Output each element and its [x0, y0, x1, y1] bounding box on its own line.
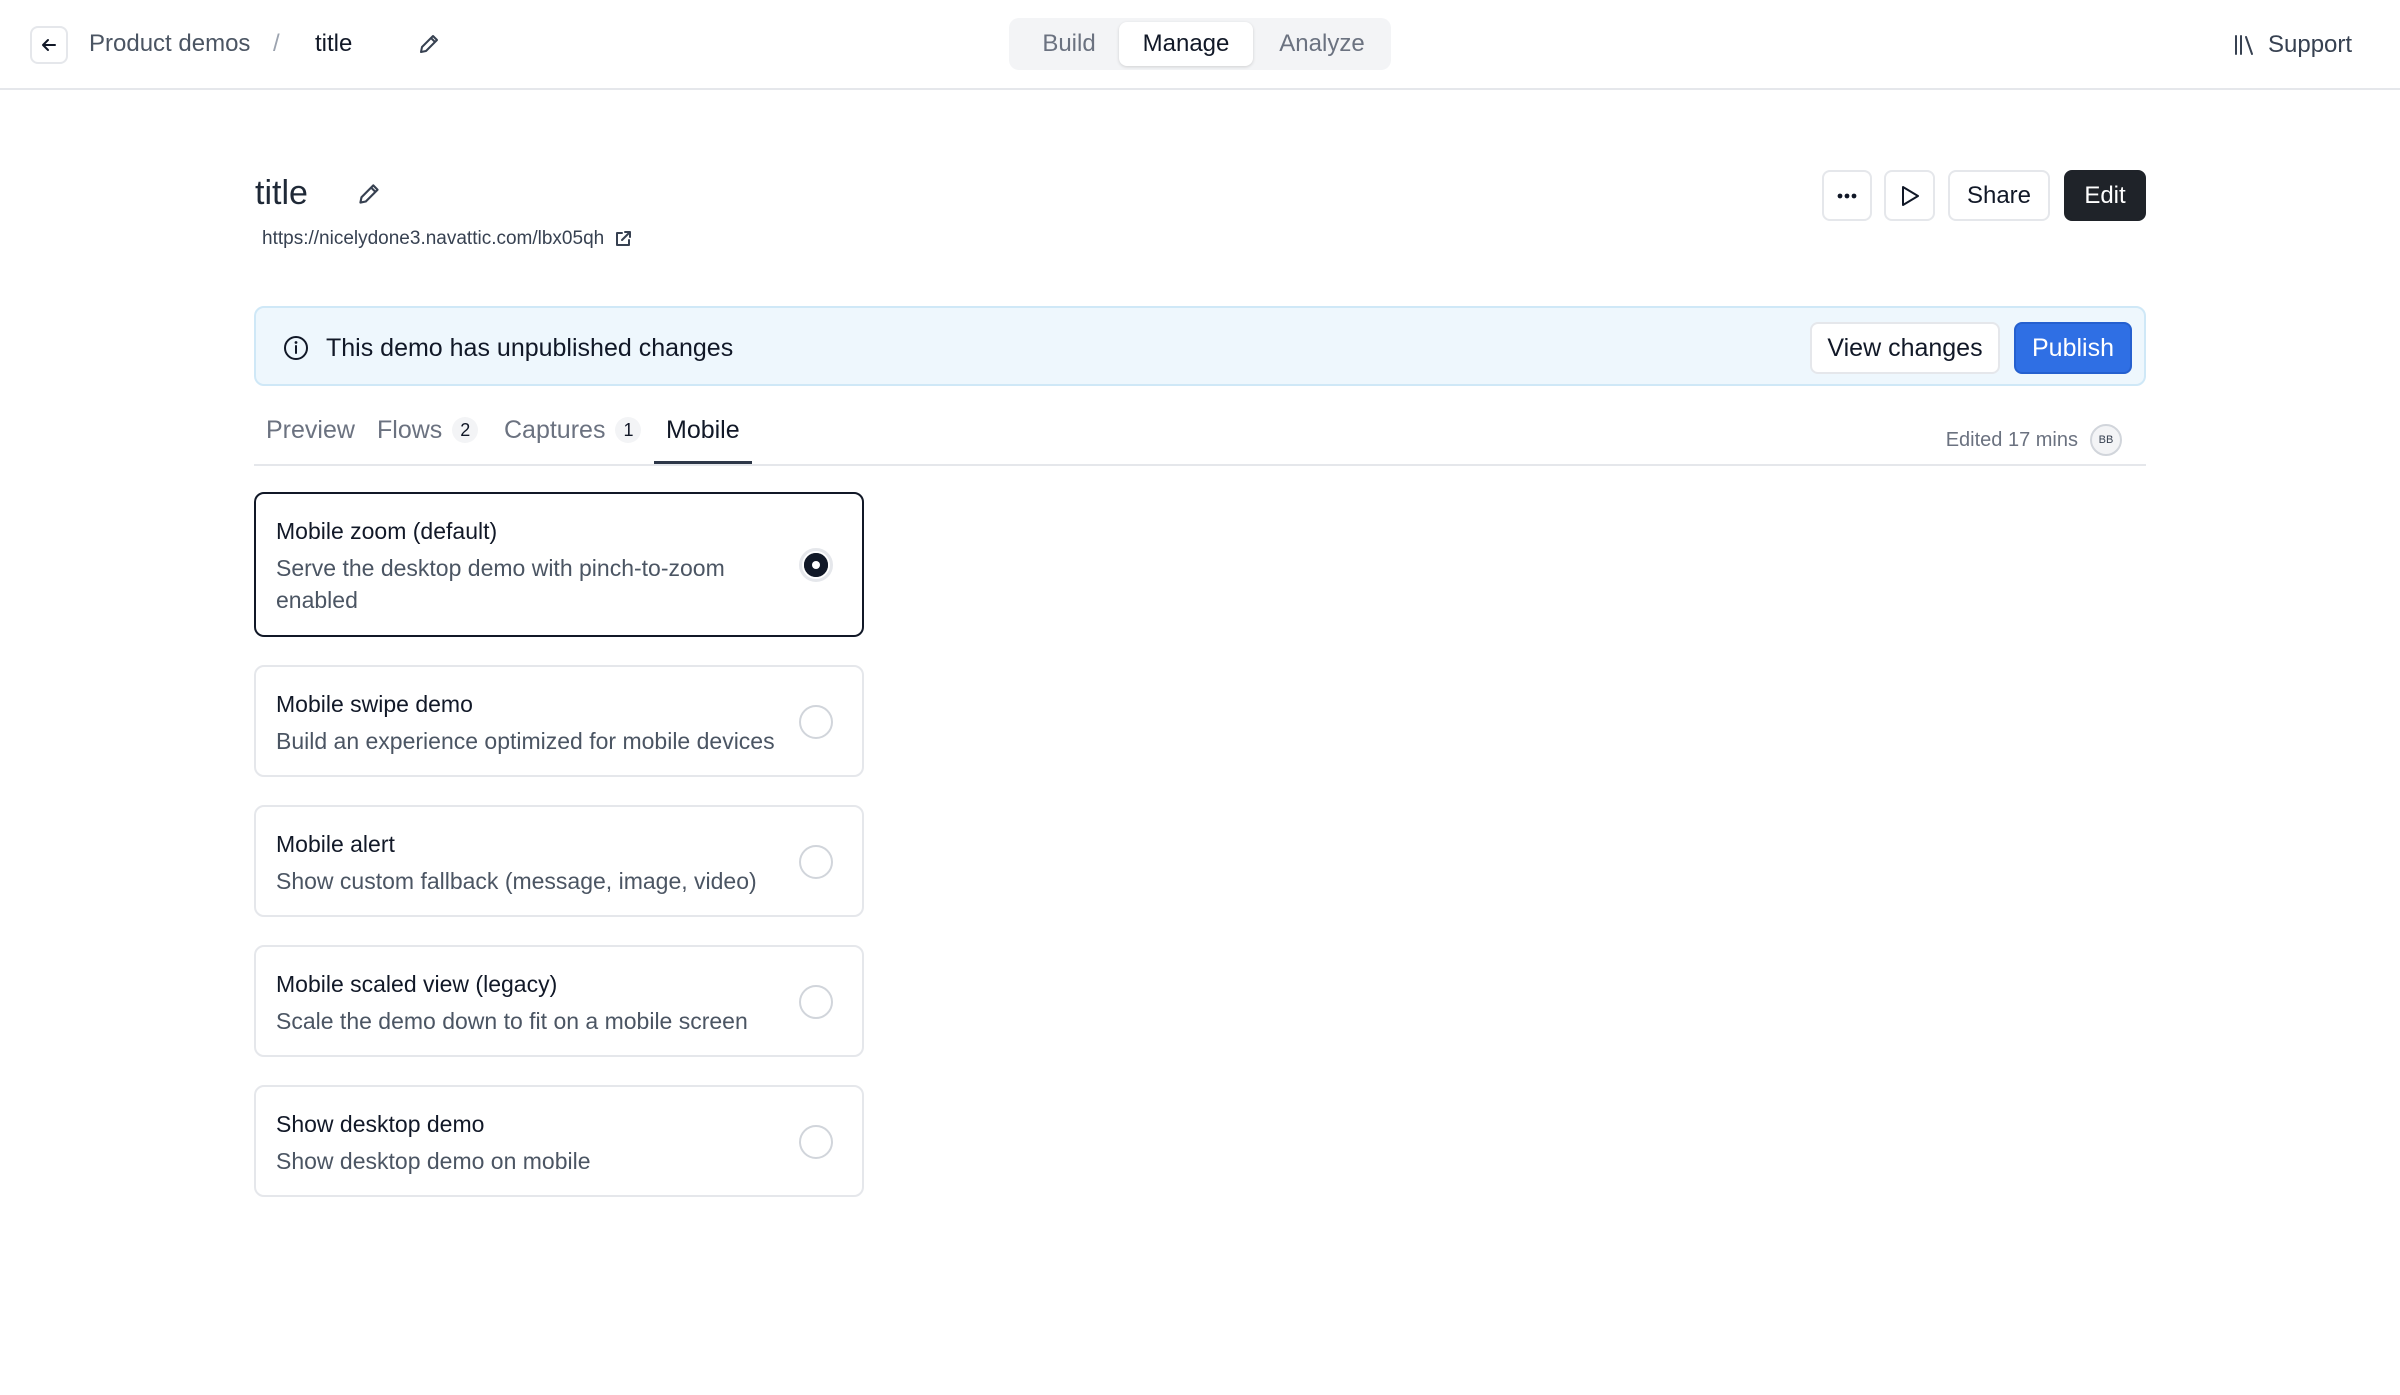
option-title: Mobile zoom (default) [276, 518, 498, 544]
edit-title-button[interactable] [354, 179, 384, 209]
count-badge: 1 [615, 417, 642, 443]
edited-status: Edited 17 mins BB [1946, 424, 2122, 456]
unpublished-changes-banner: This demo has unpublished changes View c… [254, 306, 2146, 386]
radio-selected[interactable] [799, 548, 833, 582]
page-title: title [255, 174, 308, 212]
segment-manage[interactable]: Manage [1119, 22, 1253, 66]
arrow-left-icon [42, 39, 56, 51]
mobile-option-alert[interactable]: Mobile alert Show custom fallback (messa… [254, 805, 864, 917]
tab-captures[interactable]: Captures 1 [504, 416, 642, 464]
view-changes-button[interactable]: View changes [1810, 322, 2000, 374]
tab-preview[interactable]: Preview [266, 416, 355, 464]
option-description: Scale the demo down to fit on a mobile s… [276, 1008, 748, 1034]
info-icon [284, 336, 308, 360]
radio-unselected[interactable] [799, 985, 833, 1019]
pencil-icon [359, 184, 379, 204]
pencil-icon [420, 35, 438, 53]
avatar: BB [2090, 424, 2122, 456]
tab-label: Mobile [666, 416, 740, 444]
tab-label: Flows [377, 416, 443, 444]
banner-message: This demo has unpublished changes [326, 334, 734, 362]
radio-unselected[interactable] [799, 705, 833, 739]
mobile-option-zoom[interactable]: Mobile zoom (default) Serve the desktop … [254, 492, 864, 637]
tab-label: Preview [266, 416, 355, 444]
more-horizontal-icon [1837, 193, 1857, 198]
radio-unselected[interactable] [799, 845, 833, 879]
external-link-icon [616, 231, 632, 246]
top-bar: Product demos / title Build Manage Analy… [0, 0, 2400, 90]
publish-button[interactable]: Publish [2014, 322, 2132, 374]
edit-button[interactable]: Edit [2064, 170, 2146, 221]
tab-mobile[interactable]: Mobile [654, 416, 752, 464]
back-button[interactable] [30, 26, 68, 64]
option-description: Build an experience optimized for mobile… [276, 728, 775, 754]
mobile-option-scaled[interactable]: Mobile scaled view (legacy) Scale the de… [254, 945, 864, 1057]
share-button[interactable]: Share [1948, 170, 2050, 221]
count-badge: 2 [452, 417, 479, 443]
play-button[interactable] [1884, 170, 1935, 221]
rename-button[interactable] [415, 30, 443, 58]
support-label: Support [2268, 31, 2353, 58]
tab-flows[interactable]: Flows 2 [377, 416, 479, 464]
demo-url: https://nicelydone3.navattic.com/lbx05qh [262, 228, 605, 249]
mobile-option-swipe[interactable]: Mobile swipe demo Build an experience op… [254, 665, 864, 777]
breadcrumb-parent-link[interactable]: Product demos [89, 30, 250, 58]
tab-label: Captures [504, 416, 606, 444]
option-description: Serve the desktop demo with pinch-to-zoo… [276, 555, 725, 613]
library-icon [2235, 35, 2253, 55]
segment-build[interactable]: Build [1015, 22, 1123, 66]
tab-bar: Preview Flows 2 Captures 1 Mobile Edited… [254, 400, 2146, 466]
option-title: Mobile alert [276, 831, 395, 857]
support-link[interactable]: Support [2232, 28, 2352, 62]
play-icon [1901, 185, 1919, 206]
option-title: Mobile scaled view (legacy) [276, 971, 558, 997]
breadcrumb-current: title [315, 30, 353, 57]
radio-unselected[interactable] [799, 1125, 833, 1159]
option-description: Show desktop demo on mobile [276, 1148, 591, 1174]
edited-text: Edited 17 mins [1945, 428, 2078, 451]
mobile-option-desktop[interactable]: Show desktop demo Show desktop demo on m… [254, 1085, 864, 1197]
segment-analyze[interactable]: Analyze [1259, 22, 1385, 66]
demo-url-link[interactable]: https://nicelydone3.navattic.com/lbx05qh [262, 228, 632, 250]
option-title: Show desktop demo [276, 1111, 485, 1137]
option-description: Show custom fallback (message, image, vi… [276, 868, 757, 894]
more-options-button[interactable] [1822, 170, 1872, 221]
mode-switcher: Build Manage Analyze [1009, 18, 1391, 70]
breadcrumb-separator: / [273, 30, 280, 57]
option-title: Mobile swipe demo [276, 691, 473, 717]
